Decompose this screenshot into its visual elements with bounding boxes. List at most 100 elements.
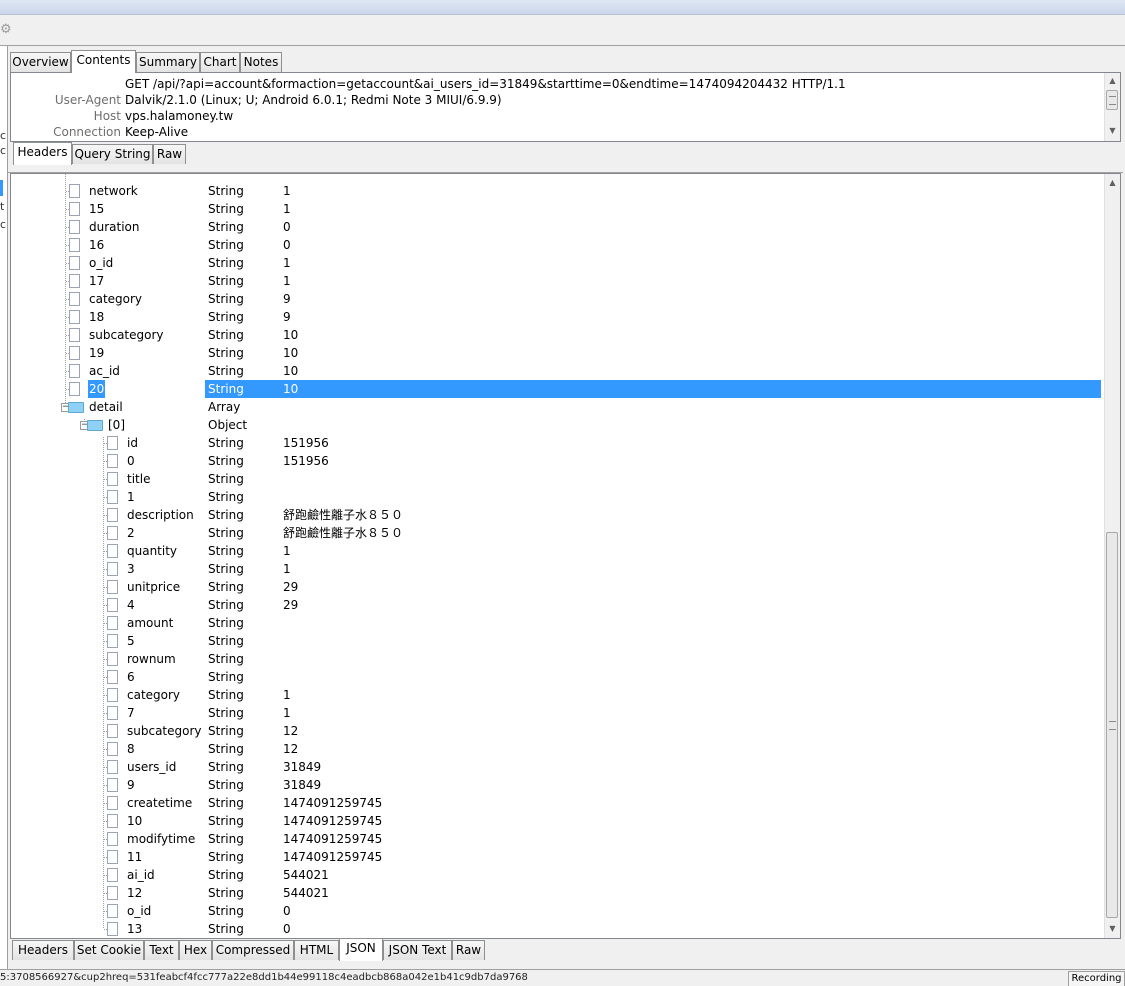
node-type: String [208, 526, 244, 540]
tab-response-headers[interactable]: Headers [12, 940, 74, 960]
tab-hex[interactable]: Hex [179, 940, 212, 960]
tree-row[interactable]: 13 String 0 [11, 920, 1101, 938]
node-value: 10 [283, 382, 299, 396]
tree-row[interactable]: o_id String 1 [11, 254, 1101, 272]
tab-query-string[interactable]: Query String [72, 144, 153, 164]
tab-text[interactable]: Text [144, 940, 179, 960]
tree-row[interactable]: 17 String 1 [11, 272, 1101, 290]
tree-row[interactable]: category String 9 [11, 290, 1101, 308]
tree-row[interactable]: ac_id String 10 [11, 362, 1101, 380]
node-name: 15 [89, 202, 105, 216]
file-icon [107, 778, 118, 792]
scroll-thumb[interactable] [1106, 90, 1118, 110]
tree-row[interactable]: 18 String 9 [11, 308, 1101, 326]
tab-summary[interactable]: Summary [136, 52, 200, 72]
tree-row[interactable]: ai_id String 544021 [11, 866, 1101, 884]
tree-row[interactable]: 9 String 31849 [11, 776, 1101, 794]
file-icon [107, 832, 118, 846]
file-icon [69, 364, 80, 378]
node-type: String [208, 220, 244, 234]
tree-row[interactable]: modifytime String 1474091259745 [11, 830, 1101, 848]
node-name: unitprice [127, 580, 181, 594]
tab-chart[interactable]: Chart [200, 52, 240, 72]
node-name: 2 [127, 526, 135, 540]
node-name: subcategory [89, 328, 164, 342]
node-value: 1 [283, 274, 291, 288]
node-type: String [208, 634, 244, 648]
file-icon [107, 472, 118, 486]
tree-row[interactable]: 7 String 1 [11, 704, 1101, 722]
tree-row[interactable]: amount String [11, 614, 1101, 632]
node-type: Array [208, 400, 241, 414]
tree-row[interactable]: 12 String 544021 [11, 884, 1101, 902]
tab-overview[interactable]: Overview [10, 52, 71, 72]
file-icon [69, 238, 80, 252]
tree-row[interactable]: title String [11, 470, 1101, 488]
tab-html[interactable]: HTML [294, 940, 339, 960]
tree-row[interactable]: id String 151956 [11, 434, 1101, 452]
tree-row[interactable]: network String 1 [11, 182, 1101, 200]
tree-row[interactable]: description String 舒跑鹼性離子水８５０ [11, 506, 1101, 524]
node-name: 19 [89, 346, 105, 360]
file-icon [107, 598, 118, 612]
request-headers-view[interactable]: GET /api/?api=account&formaction=getacco… [10, 72, 1121, 142]
tree-row[interactable]: 10 String 1474091259745 [11, 812, 1101, 830]
node-name: ac_id [89, 364, 120, 378]
tree-row[interactable]: 16 String 0 [11, 236, 1101, 254]
tree-row[interactable]: 11 String 1474091259745 [11, 848, 1101, 866]
tab-response-raw[interactable]: Raw [452, 940, 485, 960]
json-tree-view[interactable]: network String 1 15 String 1 duration String 0 16… [10, 173, 1121, 939]
tab-contents[interactable]: Contents [71, 50, 136, 73]
node-name: o_id [89, 256, 114, 270]
request-scrollbar[interactable]: ▲ ▼ [1104, 73, 1120, 141]
node-name: 5 [127, 634, 135, 648]
scroll-down-icon[interactable]: ▼ [1105, 922, 1120, 936]
tree-row[interactable]: 2 String 舒跑鹼性離子水８５０ [11, 524, 1101, 542]
file-icon [107, 562, 118, 576]
tree-row[interactable]: 5 String [11, 632, 1101, 650]
tree-row[interactable]: 1 String [11, 488, 1101, 506]
tree-row[interactable]: o_id String 0 [11, 902, 1101, 920]
scroll-up-icon[interactable]: ▲ [1105, 176, 1120, 190]
tree-row[interactable]: 6 String [11, 668, 1101, 686]
tree-row[interactable]: 3 String 1 [11, 560, 1101, 578]
tab-request-headers[interactable]: Headers [13, 142, 72, 165]
node-type: String [208, 508, 244, 522]
tab-compressed[interactable]: Compressed [212, 940, 294, 960]
tree-row[interactable]: − detail Array [11, 398, 1101, 416]
tree-row[interactable]: createtime String 1474091259745 [11, 794, 1101, 812]
tree-row[interactable]: subcategory String 10 [11, 326, 1101, 344]
header-host: Host vps.halamoney.tw [93, 109, 234, 123]
tab-set-cookie[interactable]: Set Cookie [74, 940, 144, 960]
node-value: 12 [283, 742, 299, 756]
tab-notes[interactable]: Notes [240, 52, 282, 72]
tree-row[interactable]: 8 String 12 [11, 740, 1101, 758]
tab-json[interactable]: JSON [339, 938, 383, 961]
scroll-down-icon[interactable]: ▼ [1105, 124, 1120, 138]
tree-row[interactable]: 15 String 1 [11, 200, 1101, 218]
tree-row[interactable]: users_id String 31849 [11, 758, 1101, 776]
node-value: 1 [283, 544, 291, 558]
node-type: String [208, 328, 244, 342]
session-list-edge[interactable]: c c t c [0, 46, 8, 970]
tree-row[interactable]: category String 1 [11, 686, 1101, 704]
tree-row[interactable]: rownum String [11, 650, 1101, 668]
file-icon [107, 760, 118, 774]
tree-row[interactable]: subcategory String 12 [11, 722, 1101, 740]
scroll-up-icon[interactable]: ▲ [1105, 74, 1120, 88]
gear-icon[interactable]: ⚙ [0, 23, 12, 37]
tree-row[interactable]: 19 String 10 [11, 344, 1101, 362]
tree-row[interactable]: 0 String 151956 [11, 452, 1101, 470]
tree-row[interactable]: 4 String 29 [11, 596, 1101, 614]
tree-row[interactable]: − [0] Object [11, 416, 1101, 434]
scroll-thumb[interactable] [1106, 532, 1118, 918]
node-name: [0] [108, 418, 125, 432]
tree-scrollbar[interactable]: ▲ ▼ [1104, 174, 1120, 938]
tab-json-text[interactable]: JSON Text [383, 940, 452, 960]
recording-indicator[interactable]: Recording [1068, 971, 1125, 986]
tree-row[interactable]: quantity String 1 [11, 542, 1101, 560]
tree-row[interactable]: duration String 0 [11, 218, 1101, 236]
tree-row[interactable]: unitprice String 29 [11, 578, 1101, 596]
tab-request-raw[interactable]: Raw [153, 144, 186, 164]
tree-row[interactable]: 20 String 10 [11, 380, 1101, 398]
